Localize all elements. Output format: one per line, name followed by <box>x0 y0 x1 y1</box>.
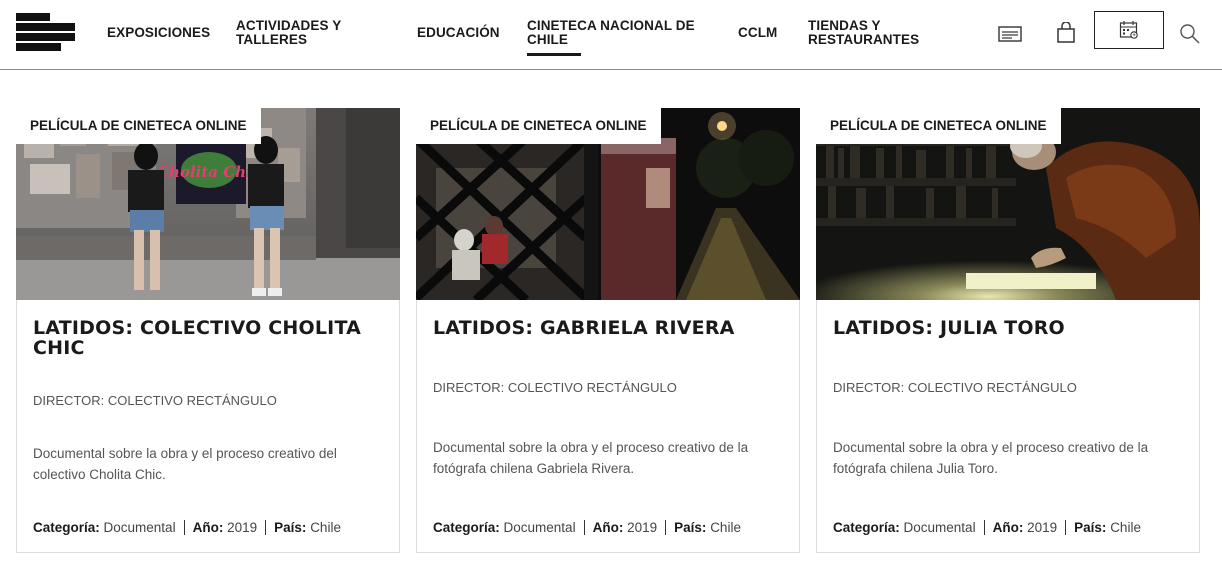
category-label: Categoría: <box>833 520 900 535</box>
year-label: Año: <box>592 520 624 535</box>
divider <box>183 520 185 535</box>
film-meta: Categoría: Documental Año: 2019 País: Chil… <box>33 520 341 535</box>
category-label: Categoría: <box>433 520 500 535</box>
logo[interactable] <box>16 13 76 53</box>
shopping-bag-icon[interactable] <box>1055 21 1077 45</box>
divider <box>983 520 985 535</box>
nav-item-cineteca-nacional[interactable]: CINETECA NACIONAL DE CHILE <box>527 19 697 56</box>
search-icon[interactable] <box>1178 22 1202 46</box>
nav-item-actividades-talleres[interactable]: ACTIVIDADES Y TALLERES <box>236 19 356 47</box>
divider <box>265 520 267 535</box>
category-label: Categoría: <box>33 520 100 535</box>
year-value: 2019 <box>627 520 658 535</box>
divider <box>1065 520 1067 535</box>
country-value: Chile <box>310 520 341 535</box>
calendar-button[interactable] <box>1094 11 1164 49</box>
site-header: EXPOSICIONES ACTIVIDADES Y TALLERES EDUC… <box>0 0 1222 70</box>
country-label: País: <box>1074 520 1107 535</box>
film-description: Documental sobre la obra y el proceso cr… <box>433 440 749 476</box>
category-value: Documental <box>103 520 176 535</box>
nav-item-cclm[interactable]: CCLM <box>738 26 788 40</box>
card-tag: PELÍCULA DE CINETECA ONLINE <box>416 108 661 144</box>
ticket-icon[interactable] <box>997 24 1023 44</box>
year-value: 2019 <box>1027 520 1058 535</box>
film-title[interactable]: LATIDOS: GABRIELA RIVERA <box>433 318 783 338</box>
year-value: 2019 <box>227 520 258 535</box>
card-tag: PELÍCULA DE CINETECA ONLINE <box>16 108 261 144</box>
category-value: Documental <box>503 520 576 535</box>
film-meta: Categoría: Documental Año: 2019 País: Chil… <box>833 520 1141 535</box>
calendar-icon <box>1119 20 1139 40</box>
divider <box>583 520 585 535</box>
card-tag: PELÍCULA DE CINETECA ONLINE <box>816 108 1061 144</box>
film-card-cholita-chic[interactable]: Cholita Chic PELÍCULA DE CINETECA ONLINE… <box>16 108 400 553</box>
nav-item-tiendas-restaurantes[interactable]: TIENDAS Y RESTAURANTES <box>808 19 928 47</box>
year-label: Año: <box>992 520 1024 535</box>
film-director: DIRECTOR: COLECTIVO RECTÁNGULO <box>33 393 277 408</box>
film-director: DIRECTOR: COLECTIVO RECTÁNGULO <box>833 380 1077 395</box>
film-title[interactable]: LATIDOS: JULIA TORO <box>833 318 1183 338</box>
film-director: DIRECTOR: COLECTIVO RECTÁNGULO <box>433 380 677 395</box>
film-card-gabriela-rivera[interactable]: PELÍCULA DE CINETECA ONLINE LATIDOS: GAB… <box>416 108 800 553</box>
film-description: Documental sobre la obra y el proceso cr… <box>33 446 337 482</box>
film-description: Documental sobre la obra y el proceso cr… <box>833 440 1149 476</box>
country-value: Chile <box>710 520 741 535</box>
svg-text:Cholita Chic: Cholita Chic <box>157 163 261 181</box>
nav-item-educacion[interactable]: EDUCACIÓN <box>417 26 517 40</box>
film-title[interactable]: LATIDOS: COLECTIVO CHOLITA CHIC <box>33 318 383 358</box>
category-value: Documental <box>903 520 976 535</box>
year-label: Año: <box>192 520 224 535</box>
country-value: Chile <box>1110 520 1141 535</box>
divider <box>665 520 667 535</box>
nav-item-exposiciones[interactable]: EXPOSICIONES <box>107 26 217 40</box>
country-label: País: <box>674 520 707 535</box>
film-meta: Categoría: Documental Año: 2019 País: Chil… <box>433 520 741 535</box>
country-label: País: <box>274 520 307 535</box>
film-card-julia-toro[interactable]: PELÍCULA DE CINETECA ONLINE LATIDOS: JUL… <box>816 108 1200 553</box>
